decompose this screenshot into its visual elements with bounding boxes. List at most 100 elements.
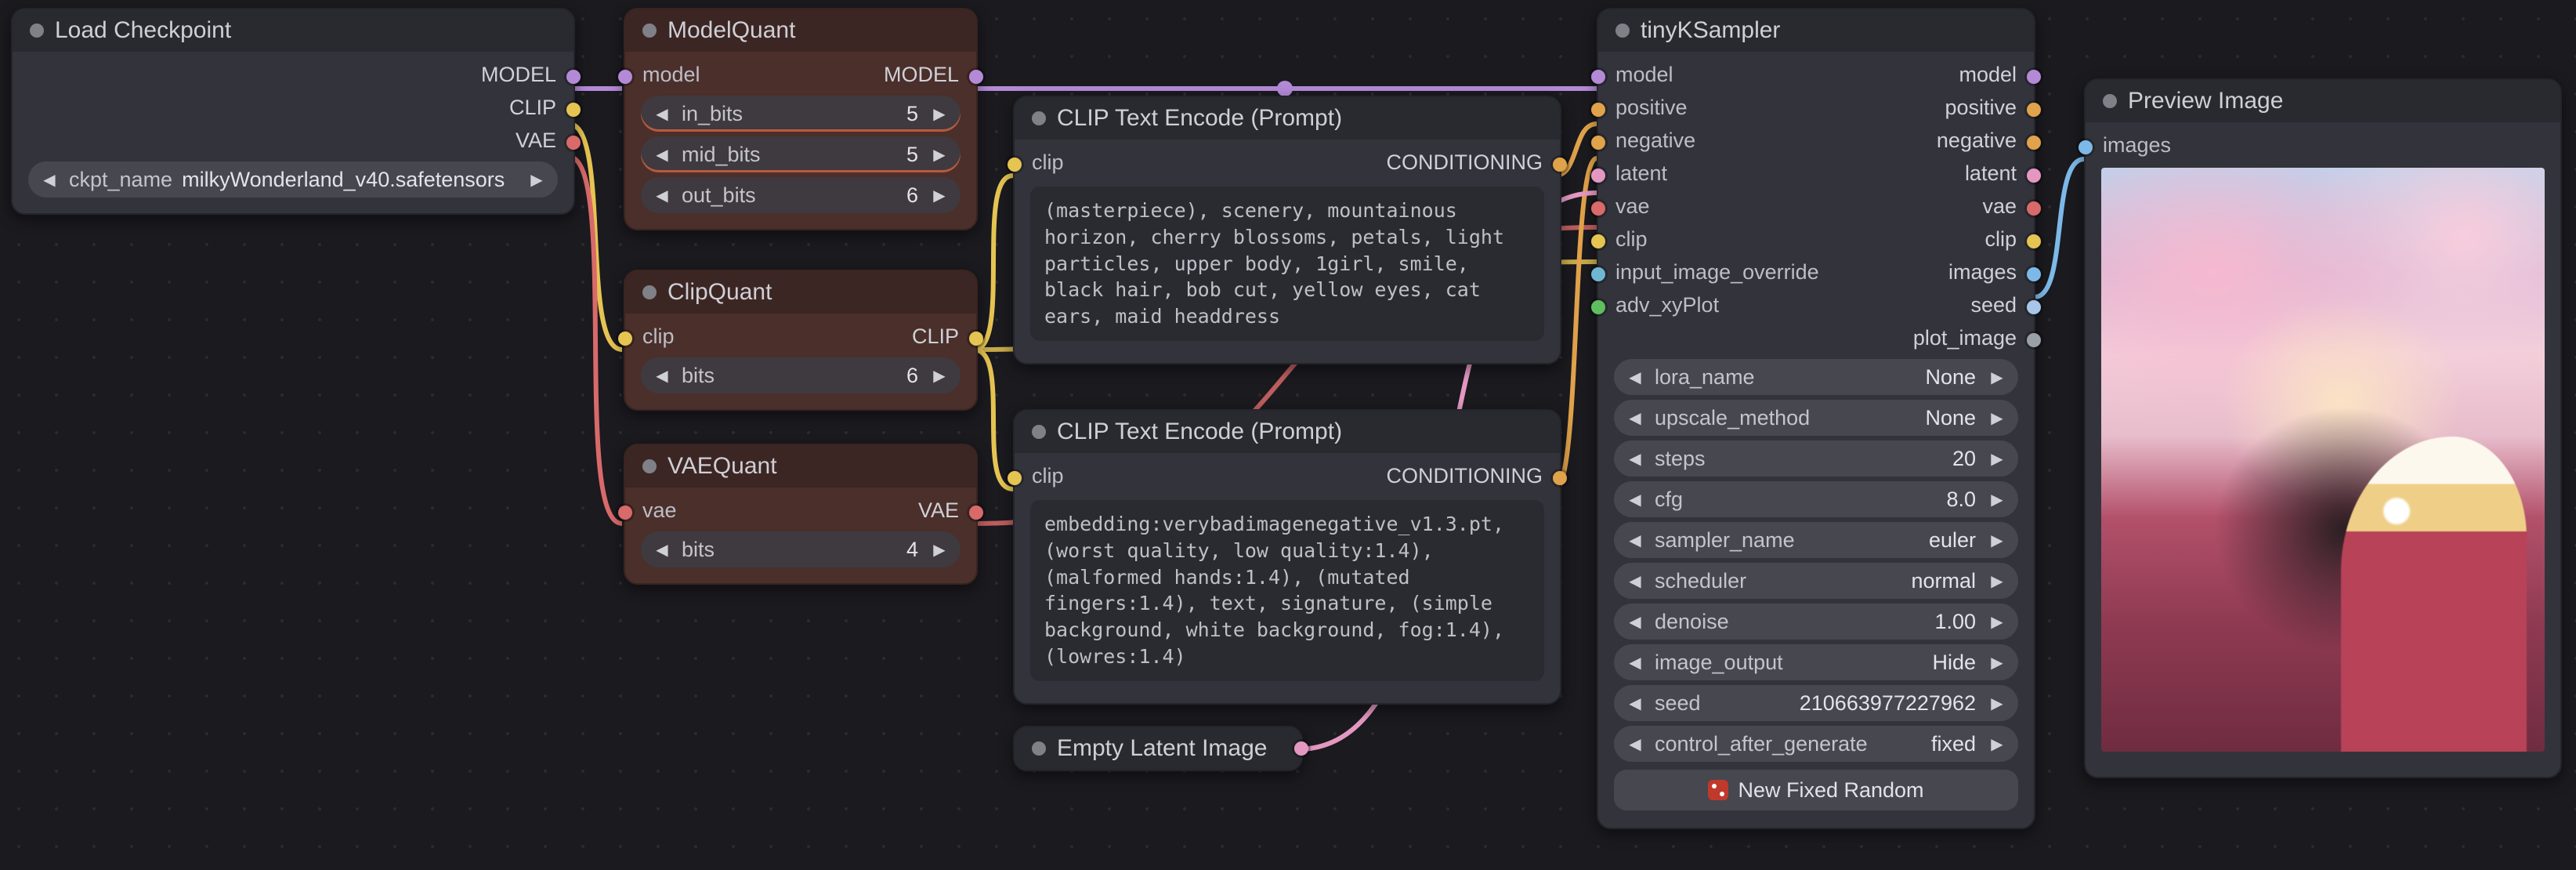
arrow-right-icon[interactable]: ▶ — [1984, 449, 2010, 469]
steps-widget[interactable]: ◀ steps 20 ▶ — [1614, 440, 2018, 477]
node-preview-image[interactable]: Preview Image images — [2084, 78, 2562, 778]
arrow-left-icon[interactable]: ◀ — [1622, 734, 1648, 754]
port-in-adv-xyplot[interactable] — [1591, 300, 1605, 314]
control-after-generate-widget[interactable]: ◀ control_after_generate fixed ▶ — [1614, 726, 2018, 762]
param-name: upscale_method — [1648, 406, 1816, 430]
arrow-left-icon[interactable]: ◀ — [1622, 694, 1648, 713]
port-out-plot-image[interactable] — [2027, 333, 2041, 347]
arrow-left-icon[interactable]: ◀ — [1622, 368, 1648, 387]
arrow-right-icon[interactable]: ▶ — [926, 186, 953, 205]
arrow-left-icon[interactable]: ◀ — [1622, 653, 1648, 672]
out-bits-widget[interactable]: ◀ out_bits 6 ▶ — [641, 177, 961, 213]
param-value: 1.00 — [1735, 610, 1984, 634]
port-out-latent[interactable] — [2027, 169, 2041, 183]
ckpt-name-widget[interactable]: ◀ ckpt_name milkyWonderland_v40.safetens… — [28, 161, 558, 198]
seed-widget[interactable]: ◀ seed 210663977227962 ▶ — [1614, 685, 2018, 721]
arrow-right-icon[interactable]: ▶ — [1984, 694, 2010, 713]
port-in-positive[interactable] — [1591, 103, 1605, 117]
arrow-right-icon[interactable]: ▶ — [926, 540, 953, 560]
arrow-left-icon[interactable]: ◀ — [1622, 449, 1648, 469]
preview-image[interactable] — [2101, 168, 2545, 752]
arrow-left-icon[interactable]: ◀ — [1622, 531, 1648, 550]
node-clip-text-encode-negative[interactable]: CLIP Text Encode (Prompt) clip CONDITION… — [1013, 409, 1561, 705]
arrow-right-icon[interactable]: ▶ — [926, 145, 953, 165]
arrow-right-icon[interactable]: ▶ — [1984, 653, 2010, 672]
cfg-widget[interactable]: ◀ cfg 8.0 ▶ — [1614, 481, 2018, 517]
node-tiny-ksampler[interactable]: tinyKSampler model model positive positi… — [1597, 8, 2035, 829]
param-name: bits — [675, 538, 721, 562]
port-out-positive[interactable] — [2027, 103, 2041, 117]
bits-widget[interactable]: ◀ bits 4 ▶ — [641, 531, 961, 567]
arrow-left-icon[interactable]: ◀ — [1622, 408, 1648, 428]
arrow-left-icon[interactable]: ◀ — [649, 104, 675, 124]
port-in-model[interactable] — [1591, 70, 1605, 84]
port-out-images[interactable] — [2027, 267, 2041, 281]
input-label: positive — [1615, 96, 1688, 120]
arrow-right-icon[interactable]: ▶ — [1984, 612, 2010, 632]
arrow-left-icon[interactable]: ◀ — [649, 145, 675, 165]
port-in-negative[interactable] — [1591, 136, 1605, 150]
arrow-right-icon[interactable]: ▶ — [1984, 734, 2010, 754]
bits-widget[interactable]: ◀ bits 6 ▶ — [641, 357, 961, 393]
port-out-model[interactable] — [566, 70, 581, 84]
port-out-clip[interactable] — [2027, 234, 2041, 248]
port-in-vae[interactable] — [1591, 201, 1605, 216]
port-in-image-override[interactable] — [1591, 267, 1605, 281]
denoise-widget[interactable]: ◀ denoise 1.00 ▶ — [1614, 604, 2018, 640]
in-bits-widget[interactable]: ◀ in_bits 5 ▶ — [641, 96, 961, 132]
node-clip-quant[interactable]: ClipQuant clip CLIP ◀ bits 6 ▶ — [624, 270, 978, 411]
arrow-right-icon[interactable]: ▶ — [1984, 571, 2010, 591]
arrow-right-icon[interactable]: ▶ — [1984, 531, 2010, 550]
collapse-dot-icon — [642, 285, 657, 299]
node-empty-latent-image[interactable]: Empty Latent Image — [1013, 726, 1303, 771]
arrow-right-icon[interactable]: ▶ — [1984, 490, 2010, 509]
prompt-text-input[interactable]: (masterpiece), scenery, mountainous hori… — [1030, 187, 1544, 341]
port-in-clip[interactable] — [1591, 234, 1605, 248]
arrow-right-icon[interactable]: ▶ — [1984, 368, 2010, 387]
port-in-clip[interactable] — [618, 332, 632, 346]
param-value: 6 — [762, 183, 926, 208]
port-in-clip[interactable] — [1008, 158, 1022, 172]
new-fixed-random-button[interactable]: New Fixed Random — [1614, 770, 2018, 810]
arrow-left-icon[interactable]: ◀ — [1622, 612, 1648, 632]
port-out-seed[interactable] — [2027, 300, 2041, 314]
arrow-left-icon[interactable]: ◀ — [649, 366, 675, 386]
arrow-left-icon[interactable]: ◀ — [1622, 571, 1648, 591]
port-out-vae[interactable] — [566, 136, 581, 150]
port-out-clip[interactable] — [566, 103, 581, 117]
port-out-conditioning[interactable] — [1553, 158, 1567, 172]
port-out-negative[interactable] — [2027, 136, 2041, 150]
port-out-latent[interactable] — [1294, 741, 1308, 756]
port-in-latent[interactable] — [1591, 169, 1605, 183]
arrow-right-icon[interactable]: ▶ — [1984, 408, 2010, 428]
port-in-vae[interactable] — [618, 506, 632, 520]
arrow-left-icon[interactable]: ◀ — [1622, 490, 1648, 509]
arrow-right-icon[interactable]: ▶ — [523, 170, 550, 190]
node-vae-quant[interactable]: VAEQuant vae VAE ◀ bits 4 ▶ — [624, 444, 978, 585]
prompt-text-input[interactable]: embedding:verybadimagenegative_v1.3.pt, … — [1030, 500, 1544, 681]
port-out-vae[interactable] — [969, 506, 983, 520]
image-output-widget[interactable]: ◀ image_output Hide ▶ — [1614, 644, 2018, 680]
arrow-right-icon[interactable]: ▶ — [926, 366, 953, 386]
port-in-images[interactable] — [2079, 140, 2093, 154]
scheduler-widget[interactable]: ◀ scheduler normal ▶ — [1614, 563, 2018, 599]
arrow-left-icon[interactable]: ◀ — [649, 186, 675, 205]
sampler-name-widget[interactable]: ◀ sampler_name euler ▶ — [1614, 522, 2018, 558]
port-in-clip[interactable] — [1008, 471, 1022, 485]
mid-bits-widget[interactable]: ◀ mid_bits 5 ▶ — [641, 136, 961, 172]
node-model-quant[interactable]: ModelQuant model MODEL ◀ in_bits 5 ▶ — [624, 8, 978, 230]
node-load-checkpoint[interactable]: Load Checkpoint MODEL CLIP VAE — [11, 8, 575, 215]
port-out-vae[interactable] — [2027, 201, 2041, 216]
port-out-model[interactable] — [969, 70, 983, 84]
upscale-method-widget[interactable]: ◀ upscale_method None ▶ — [1614, 400, 2018, 436]
port-out-model[interactable] — [2027, 70, 2041, 84]
node-clip-text-encode-positive[interactable]: CLIP Text Encode (Prompt) clip CONDITION… — [1013, 96, 1561, 364]
port-out-clip[interactable] — [969, 332, 983, 346]
arrow-left-icon[interactable]: ◀ — [36, 170, 63, 190]
node-title: Load Checkpoint — [55, 17, 231, 44]
port-out-conditioning[interactable] — [1553, 471, 1567, 485]
arrow-right-icon[interactable]: ▶ — [926, 104, 953, 124]
arrow-left-icon[interactable]: ◀ — [649, 540, 675, 560]
lora-name-widget[interactable]: ◀ lora_name None ▶ — [1614, 359, 2018, 395]
port-in-model[interactable] — [618, 70, 632, 84]
